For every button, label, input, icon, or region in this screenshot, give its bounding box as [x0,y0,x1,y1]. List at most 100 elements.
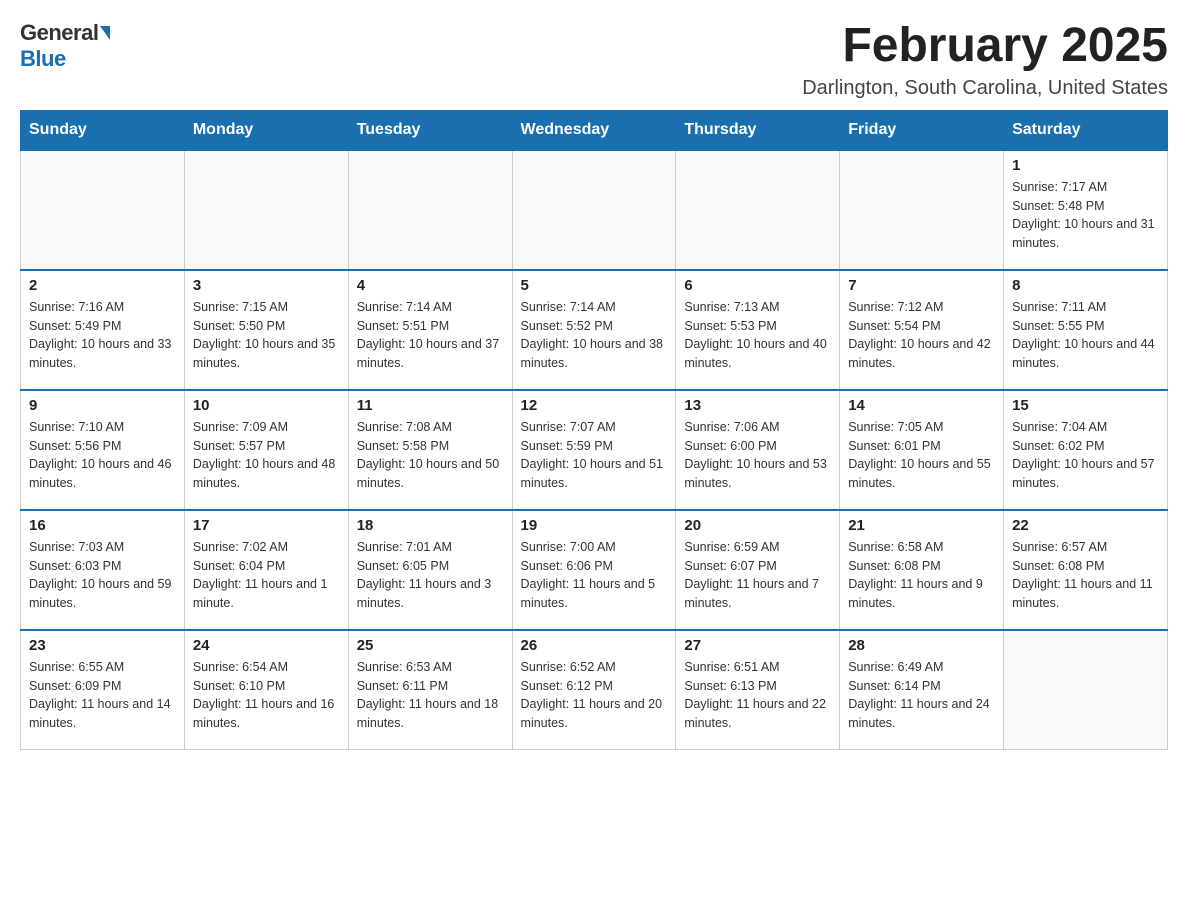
table-row: 24Sunrise: 6:54 AMSunset: 6:10 PMDayligh… [184,630,348,750]
page-header: General Blue February 2025 Darlington, S… [20,20,1168,100]
logo-general-text: General [20,20,98,46]
day-number: 19 [521,517,668,534]
table-row: 12Sunrise: 7:07 AMSunset: 5:59 PMDayligh… [512,390,676,510]
day-number: 28 [848,637,995,654]
table-row [348,150,512,270]
col-thursday: Thursday [676,110,840,150]
day-number: 1 [1012,157,1159,174]
day-info: Sunrise: 6:57 AMSunset: 6:08 PMDaylight:… [1012,538,1159,613]
day-info: Sunrise: 7:03 AMSunset: 6:03 PMDaylight:… [29,538,176,613]
calendar-week-row: 1 Sunrise: 7:17 AMSunset: 5:48 PMDaylight… [21,150,1168,270]
table-row: 1 Sunrise: 7:17 AMSunset: 5:48 PMDaylight… [1004,150,1168,270]
table-row: 4Sunrise: 7:14 AMSunset: 5:51 PMDaylight… [348,270,512,390]
table-row: 28 Sunrise: 6:49 AMSunset: 6:14 PMDayligh… [840,630,1004,750]
day-number: 8 [1012,277,1159,294]
day-number: 2 [29,277,176,294]
day-info: Sunrise: 6:49 AMSunset: 6:14 PMDaylight:… [848,658,995,733]
day-number: 27 [684,637,831,654]
day-info: Sunrise: 6:55 AMSunset: 6:09 PMDaylight:… [29,658,176,733]
table-row [1004,630,1168,750]
table-row [840,150,1004,270]
day-info: Sunrise: 7:08 AMSunset: 5:58 PMDaylight:… [357,418,504,493]
day-number: 22 [1012,517,1159,534]
table-row: 27 Sunrise: 6:51 AMSunset: 6:13 PMDayligh… [676,630,840,750]
table-row: 25Sunrise: 6:53 AMSunset: 6:11 PMDayligh… [348,630,512,750]
day-number: 10 [193,397,340,414]
day-number: 18 [357,517,504,534]
calendar-week-row: 16Sunrise: 7:03 AMSunset: 6:03 PMDayligh… [21,510,1168,630]
day-number: 21 [848,517,995,534]
logo-arrow-icon [100,26,110,40]
table-row [21,150,185,270]
day-number: 15 [1012,397,1159,414]
table-row: 19 Sunrise: 7:00 AMSunset: 6:06 PMDayligh… [512,510,676,630]
day-info: Sunrise: 7:16 AMSunset: 5:49 PMDaylight:… [29,298,176,373]
col-friday: Friday [840,110,1004,150]
day-info: Sunrise: 7:12 AMSunset: 5:54 PMDaylight:… [848,298,995,373]
table-row: 21 Sunrise: 6:58 AMSunset: 6:08 PMDayligh… [840,510,1004,630]
day-number: 11 [357,397,504,414]
table-row [512,150,676,270]
table-row: 20 Sunrise: 6:59 AMSunset: 6:07 PMDayligh… [676,510,840,630]
calendar-title: February 2025 [802,20,1168,73]
day-number: 24 [193,637,340,654]
day-info: Sunrise: 7:14 AMSunset: 5:52 PMDaylight:… [521,298,668,373]
calendar-week-row: 23 Sunrise: 6:55 AMSunset: 6:09 PMDayligh… [21,630,1168,750]
col-wednesday: Wednesday [512,110,676,150]
table-row: 16Sunrise: 7:03 AMSunset: 6:03 PMDayligh… [21,510,185,630]
day-info: Sunrise: 7:09 AMSunset: 5:57 PMDaylight:… [193,418,340,493]
day-info: Sunrise: 7:14 AMSunset: 5:51 PMDaylight:… [357,298,504,373]
table-row: 26 Sunrise: 6:52 AMSunset: 6:12 PMDayligh… [512,630,676,750]
day-number: 23 [29,637,176,654]
day-info: Sunrise: 7:00 AMSunset: 6:06 PMDaylight:… [521,538,668,613]
day-info: Sunrise: 7:05 AMSunset: 6:01 PMDaylight:… [848,418,995,493]
table-row: 10 Sunrise: 7:09 AMSunset: 5:57 PMDayligh… [184,390,348,510]
day-number: 26 [521,637,668,654]
table-row: 5 Sunrise: 7:14 AMSunset: 5:52 PMDaylight… [512,270,676,390]
table-row: 3 Sunrise: 7:15 AMSunset: 5:50 PMDaylight… [184,270,348,390]
day-info: Sunrise: 6:58 AMSunset: 6:08 PMDaylight:… [848,538,995,613]
table-row: 9 Sunrise: 7:10 AMSunset: 5:56 PMDaylight… [21,390,185,510]
table-row: 11 Sunrise: 7:08 AMSunset: 5:58 PMDayligh… [348,390,512,510]
day-info: Sunrise: 6:52 AMSunset: 6:12 PMDaylight:… [521,658,668,733]
logo: General Blue [20,20,110,72]
table-row: 17 Sunrise: 7:02 AMSunset: 6:04 PMDayligh… [184,510,348,630]
table-row: 23 Sunrise: 6:55 AMSunset: 6:09 PMDayligh… [21,630,185,750]
day-info: Sunrise: 7:01 AMSunset: 6:05 PMDaylight:… [357,538,504,613]
day-info: Sunrise: 7:17 AMSunset: 5:48 PMDaylight:… [1012,178,1159,253]
day-info: Sunrise: 6:51 AMSunset: 6:13 PMDaylight:… [684,658,831,733]
day-number: 9 [29,397,176,414]
table-row: 8 Sunrise: 7:11 AMSunset: 5:55 PMDaylight… [1004,270,1168,390]
day-info: Sunrise: 6:53 AMSunset: 6:11 PMDaylight:… [357,658,504,733]
calendar-week-row: 2 Sunrise: 7:16 AMSunset: 5:49 PMDaylight… [21,270,1168,390]
table-row: 13Sunrise: 7:06 AMSunset: 6:00 PMDayligh… [676,390,840,510]
day-number: 6 [684,277,831,294]
calendar-table: Sunday Monday Tuesday Wednesday Thursday… [20,110,1168,751]
day-info: Sunrise: 7:11 AMSunset: 5:55 PMDaylight:… [1012,298,1159,373]
col-sunday: Sunday [21,110,185,150]
table-row: 15 Sunrise: 7:04 AMSunset: 6:02 PMDayligh… [1004,390,1168,510]
day-info: Sunrise: 7:02 AMSunset: 6:04 PMDaylight:… [193,538,340,613]
col-tuesday: Tuesday [348,110,512,150]
table-row: 14 Sunrise: 7:05 AMSunset: 6:01 PMDayligh… [840,390,1004,510]
day-number: 13 [684,397,831,414]
day-number: 14 [848,397,995,414]
day-number: 17 [193,517,340,534]
table-row: 6 Sunrise: 7:13 AMSunset: 5:53 PMDaylight… [676,270,840,390]
calendar-header-row: Sunday Monday Tuesday Wednesday Thursday… [21,110,1168,150]
day-info: Sunrise: 7:10 AMSunset: 5:56 PMDaylight:… [29,418,176,493]
calendar-subtitle: Darlington, South Carolina, United State… [802,77,1168,100]
day-info: Sunrise: 7:15 AMSunset: 5:50 PMDaylight:… [193,298,340,373]
day-number: 20 [684,517,831,534]
calendar-week-row: 9 Sunrise: 7:10 AMSunset: 5:56 PMDaylight… [21,390,1168,510]
day-info: Sunrise: 7:04 AMSunset: 6:02 PMDaylight:… [1012,418,1159,493]
day-info: Sunrise: 7:13 AMSunset: 5:53 PMDaylight:… [684,298,831,373]
day-number: 12 [521,397,668,414]
day-info: Sunrise: 6:59 AMSunset: 6:07 PMDaylight:… [684,538,831,613]
table-row: 18 Sunrise: 7:01 AMSunset: 6:05 PMDayligh… [348,510,512,630]
day-number: 5 [521,277,668,294]
table-row: 22 Sunrise: 6:57 AMSunset: 6:08 PMDayligh… [1004,510,1168,630]
col-monday: Monday [184,110,348,150]
day-number: 3 [193,277,340,294]
table-row: 2 Sunrise: 7:16 AMSunset: 5:49 PMDaylight… [21,270,185,390]
